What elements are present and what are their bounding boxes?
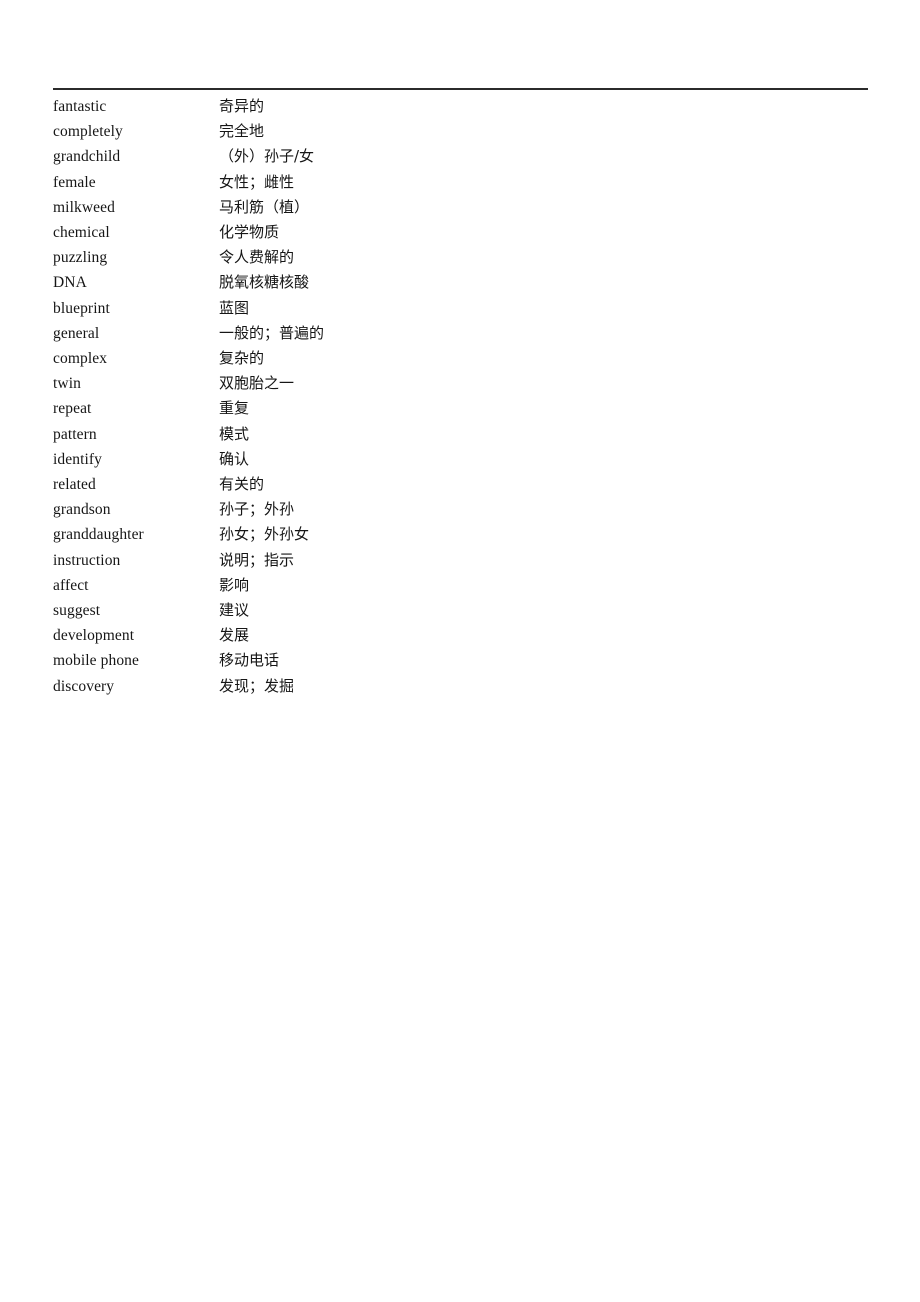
vocabulary-term: completely <box>53 123 123 141</box>
vocabulary-term: suggest <box>53 602 101 620</box>
glossary-content: fantastic 奇异的 completely 完全地 grandchild （外）孙子… <box>53 88 868 699</box>
vocabulary-meaning: 孙女；外孙女 <box>219 525 310 544</box>
vocabulary-term: grandchild <box>53 148 121 166</box>
vocabulary-meaning: 移动电话 <box>219 651 280 670</box>
vocabulary-meaning: 建议 <box>219 601 250 620</box>
vocabulary-term: identify <box>53 450 103 468</box>
vocabulary-meaning: 蓝图 <box>219 298 250 317</box>
table-row: grandchild （外）孙子/女 <box>53 144 868 169</box>
vocabulary-meaning: 一般的；普遍的 <box>219 323 325 342</box>
table-row: chemical 化学物质 <box>53 220 868 245</box>
table-row: grandson 孙子；外孙 <box>53 497 868 522</box>
vocabulary-meaning: 重复 <box>219 399 250 418</box>
table-row: DNA 脱氧核糖核酸 <box>53 270 868 295</box>
table-row: discovery 发现；发掘 <box>53 674 868 699</box>
vocabulary-term: instruction <box>53 551 121 569</box>
vocabulary-meaning: 双胞胎之一 <box>219 374 295 393</box>
vocabulary-term: development <box>53 627 135 645</box>
vocabulary-meaning: 奇异的 <box>219 97 265 115</box>
table-row: completely 完全地 <box>53 119 868 144</box>
vocabulary-term: chemical <box>53 224 110 242</box>
vocabulary-meaning: 化学物质 <box>219 223 280 242</box>
vocabulary-term: puzzling <box>53 249 108 267</box>
vocabulary-meaning: 有关的 <box>219 475 265 494</box>
vocabulary-term: blueprint <box>53 299 110 317</box>
table-row: milkweed 马利筋（植） <box>53 195 868 220</box>
vocabulary-meaning: 复杂的 <box>219 349 265 368</box>
table-row: affect 影响 <box>53 573 868 598</box>
table-row: complex 复杂的 <box>53 346 868 371</box>
vocabulary-table-body: fantastic 奇异的 completely 完全地 grandchild （外）孙子… <box>53 94 868 699</box>
table-row: related 有关的 <box>53 472 868 497</box>
table-row: pattern 模式 <box>53 422 868 447</box>
vocabulary-term: general <box>53 324 100 342</box>
table-row: development 发展 <box>53 623 868 648</box>
table-row: fantastic 奇异的 <box>53 94 868 119</box>
vocabulary-meaning: 发现；发掘 <box>219 676 295 695</box>
vocabulary-meaning: 女性；雌性 <box>219 172 295 191</box>
table-row: repeat 重复 <box>53 396 868 421</box>
table-row: suggest 建议 <box>53 598 868 623</box>
vocabulary-meaning: （外）孙子/女 <box>219 147 315 166</box>
vocabulary-term: repeat <box>53 400 92 418</box>
table-row: general 一般的；普遍的 <box>53 321 868 346</box>
vocabulary-term: female <box>53 173 96 191</box>
header-divider-rule <box>53 88 868 90</box>
vocabulary-term: mobile phone <box>53 652 140 670</box>
document-page: fantastic 奇异的 completely 完全地 grandchild （外）孙子… <box>0 0 920 1302</box>
vocabulary-term: discovery <box>53 677 115 695</box>
vocabulary-meaning: 脱氧核糖核酸 <box>219 273 310 292</box>
table-row: instruction 说明；指示 <box>53 548 868 573</box>
vocabulary-meaning: 马利筋（植） <box>219 197 310 216</box>
table-row: identify 确认 <box>53 447 868 472</box>
vocabulary-term: affect <box>53 576 89 594</box>
vocabulary-term: related <box>53 476 96 494</box>
table-row: granddaughter 孙女；外孙女 <box>53 522 868 547</box>
vocabulary-meaning: 模式 <box>219 424 250 443</box>
table-row: female 女性；雌性 <box>53 170 868 195</box>
vocabulary-term: milkweed <box>53 198 115 216</box>
table-row: mobile phone 移动电话 <box>53 648 868 673</box>
vocabulary-term: pattern <box>53 425 97 443</box>
vocabulary-meaning: 确认 <box>219 449 250 468</box>
table-row: puzzling 令人费解的 <box>53 245 868 270</box>
vocabulary-meaning: 令人费解的 <box>219 248 295 267</box>
table-row: blueprint 蓝图 <box>53 296 868 321</box>
vocabulary-meaning: 影响 <box>219 575 250 594</box>
table-row: twin 双胞胎之一 <box>53 371 868 396</box>
vocabulary-meaning: 孙子；外孙 <box>219 500 295 519</box>
vocabulary-term: grandson <box>53 501 111 519</box>
vocabulary-term: fantastic <box>53 98 107 115</box>
vocabulary-table: fantastic 奇异的 completely 完全地 grandchild （外）孙子… <box>53 94 868 699</box>
vocabulary-meaning: 发展 <box>219 626 250 645</box>
vocabulary-meaning: 完全地 <box>219 122 265 141</box>
vocabulary-term: DNA <box>53 274 87 292</box>
vocabulary-term: complex <box>53 350 108 368</box>
vocabulary-meaning: 说明；指示 <box>219 550 295 569</box>
vocabulary-term: granddaughter <box>53 526 144 544</box>
vocabulary-term: twin <box>53 375 81 393</box>
